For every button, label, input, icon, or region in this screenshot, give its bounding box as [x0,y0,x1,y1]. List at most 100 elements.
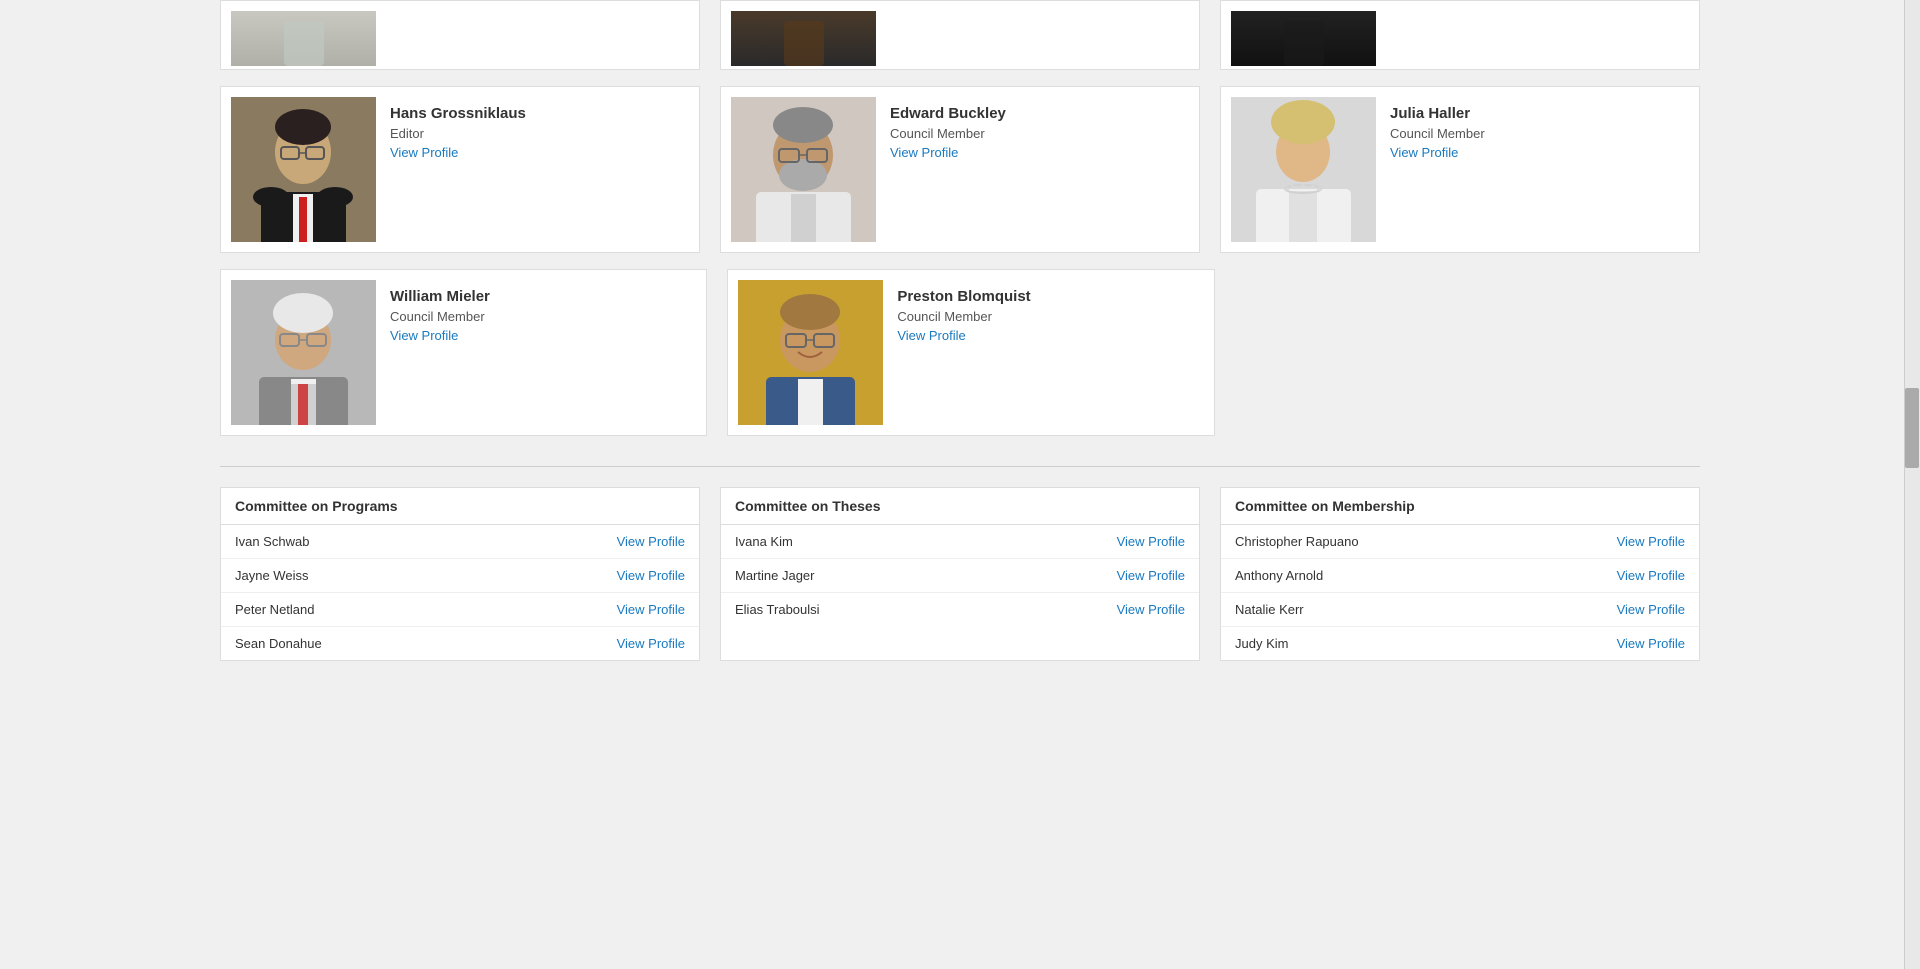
member-link-cell: View Profile [978,525,1199,559]
info-preston-blomquist: Preston Blomquist Council Member View Pr… [897,280,1030,343]
member-name: Anthony Arnold [1221,559,1513,593]
view-profile-anthony-arnold[interactable]: View Profile [1617,568,1685,583]
committee-theses-title: Committee on Theses [721,488,1199,525]
member-name: Peter Netland [221,593,481,627]
table-row: Sean Donahue View Profile [221,627,699,661]
info-julia-haller: Julia Haller Council Member View Profile [1390,97,1485,160]
member-link-cell: View Profile [481,593,699,627]
photo-william-mieler [231,280,376,425]
role-edward-buckley: Council Member [890,126,1006,141]
committee-membership-title: Committee on Membership [1221,488,1699,525]
info-edward-buckley: Edward Buckley Council Member View Profi… [890,97,1006,160]
member-link-cell: View Profile [1513,627,1699,661]
photo-hans-grossniklaus [231,97,376,242]
view-profile-martine-jager[interactable]: View Profile [1117,568,1185,583]
member-link-cell: View Profile [1513,525,1699,559]
table-row: Peter Netland View Profile [221,593,699,627]
member-link-cell: View Profile [978,593,1199,627]
partial-cards-row [220,0,1700,70]
person-silhouette-1 [264,11,344,66]
scrollbar-thumb[interactable] [1905,388,1919,468]
committee-theses-box: Committee on Theses Ivana Kim View Profi… [720,487,1200,661]
portrait-julia [1231,97,1376,242]
role-hans-grossniklaus: Editor [390,126,526,141]
partial-photo-2 [731,11,876,66]
portrait-preston [738,280,883,425]
role-preston-blomquist: Council Member [897,309,1030,324]
table-row: Anthony Arnold View Profile [1221,559,1699,593]
card-edward-buckley: Edward Buckley Council Member View Profi… [720,86,1200,253]
view-profile-ivan-schwab[interactable]: View Profile [617,534,685,549]
partial-card-2 [720,0,1200,70]
member-link-cell: View Profile [481,627,699,661]
view-profile-edward-buckley[interactable]: View Profile [890,145,1006,160]
name-william-mieler: William Mieler [390,288,490,305]
table-row: Judy Kim View Profile [1221,627,1699,661]
portrait-hans [231,97,376,242]
member-name: Natalie Kerr [1221,593,1513,627]
person-silhouette-3 [1264,11,1344,66]
view-profile-christopher-rapuano[interactable]: View Profile [1617,534,1685,549]
view-profile-preston-blomquist[interactable]: View Profile [897,328,1030,343]
view-profile-ivana-kim[interactable]: View Profile [1117,534,1185,549]
view-profile-hans-grossniklaus[interactable]: View Profile [390,145,526,160]
committee-membership-box: Committee on Membership Christopher Rapu… [1220,487,1700,661]
committee-programs-title: Committee on Programs [221,488,699,525]
card-hans-grossniklaus: Hans Grossniklaus Editor View Profile [220,86,700,253]
name-julia-haller: Julia Haller [1390,105,1485,122]
view-profile-sean-donahue[interactable]: View Profile [617,636,685,651]
empty-slot [1235,269,1700,436]
council-row-1: Hans Grossniklaus Editor View Profile [220,86,1700,253]
member-link-cell: View Profile [481,559,699,593]
member-link-cell: View Profile [481,525,699,559]
section-divider [220,466,1700,467]
view-profile-judy-kim[interactable]: View Profile [1617,636,1685,651]
card-julia-haller: Julia Haller Council Member View Profile [1220,86,1700,253]
view-profile-peter-netland[interactable]: View Profile [617,602,685,617]
name-hans-grossniklaus: Hans Grossniklaus [390,105,526,122]
table-row: Elias Traboulsi View Profile [721,593,1199,627]
table-row: Natalie Kerr View Profile [1221,593,1699,627]
table-row: Jayne Weiss View Profile [221,559,699,593]
member-name: Judy Kim [1221,627,1513,661]
partial-card-3 [1220,0,1700,70]
card-preston-blomquist: Preston Blomquist Council Member View Pr… [727,269,1214,436]
scrollbar[interactable] [1904,0,1920,969]
partial-photo-3 [1231,11,1376,66]
partial-photo-1 [231,11,376,66]
info-william-mieler: William Mieler Council Member View Profi… [390,280,490,343]
view-profile-julia-haller[interactable]: View Profile [1390,145,1485,160]
person-silhouette-2 [764,11,844,66]
member-link-cell: View Profile [1513,593,1699,627]
table-row: Christopher Rapuano View Profile [1221,525,1699,559]
member-name: Sean Donahue [221,627,481,661]
table-row: Ivana Kim View Profile [721,525,1199,559]
card-william-mieler: William Mieler Council Member View Profi… [220,269,707,436]
view-profile-jayne-weiss[interactable]: View Profile [617,568,685,583]
committee-membership-table: Christopher Rapuano View Profile Anthony… [1221,525,1699,660]
name-preston-blomquist: Preston Blomquist [897,288,1030,305]
committees-section: Committee on Programs Ivan Schwab View P… [220,487,1700,661]
committee-theses-table: Ivana Kim View Profile Martine Jager Vie… [721,525,1199,626]
role-julia-haller: Council Member [1390,126,1485,141]
member-name: Martine Jager [721,559,978,593]
member-name: Ivana Kim [721,525,978,559]
photo-preston-blomquist [738,280,883,425]
role-william-mieler: Council Member [390,309,490,324]
committee-programs-box: Committee on Programs Ivan Schwab View P… [220,487,700,661]
view-profile-william-mieler[interactable]: View Profile [390,328,490,343]
view-profile-elias-traboulsi[interactable]: View Profile [1117,602,1185,617]
table-row: Martine Jager View Profile [721,559,1199,593]
table-row: Ivan Schwab View Profile [221,525,699,559]
member-name: Ivan Schwab [221,525,481,559]
portrait-william [231,280,376,425]
member-link-cell: View Profile [1513,559,1699,593]
committee-programs-table: Ivan Schwab View Profile Jayne Weiss Vie… [221,525,699,660]
member-link-cell: View Profile [978,559,1199,593]
member-name: Christopher Rapuano [1221,525,1513,559]
view-profile-natalie-kerr[interactable]: View Profile [1617,602,1685,617]
member-name: Elias Traboulsi [721,593,978,627]
info-hans-grossniklaus: Hans Grossniklaus Editor View Profile [390,97,526,160]
photo-edward-buckley [731,97,876,242]
portrait-edward [731,97,876,242]
